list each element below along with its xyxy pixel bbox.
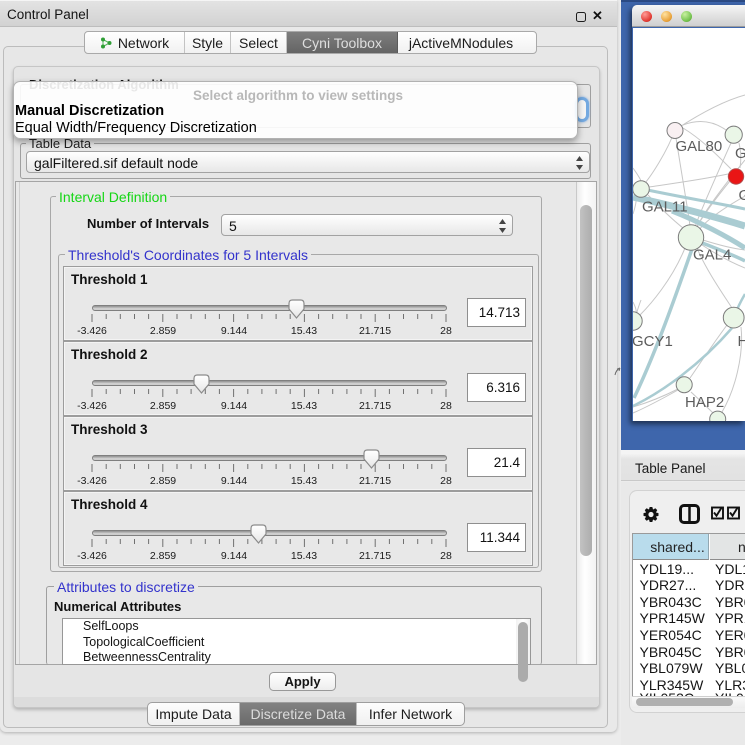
svg-text:GCY1: GCY1 — [633, 333, 673, 350]
svg-text:G: G — [739, 187, 745, 204]
svg-text:GAL4: GAL4 — [693, 247, 731, 264]
svg-text:GAL11: GAL11 — [642, 199, 688, 216]
svg-text:G...: G... — [735, 145, 745, 162]
svg-text:GAL80: GAL80 — [676, 138, 723, 155]
svg-text:HAP2: HAP2 — [685, 394, 724, 411]
svg-text:H: H — [738, 333, 745, 350]
